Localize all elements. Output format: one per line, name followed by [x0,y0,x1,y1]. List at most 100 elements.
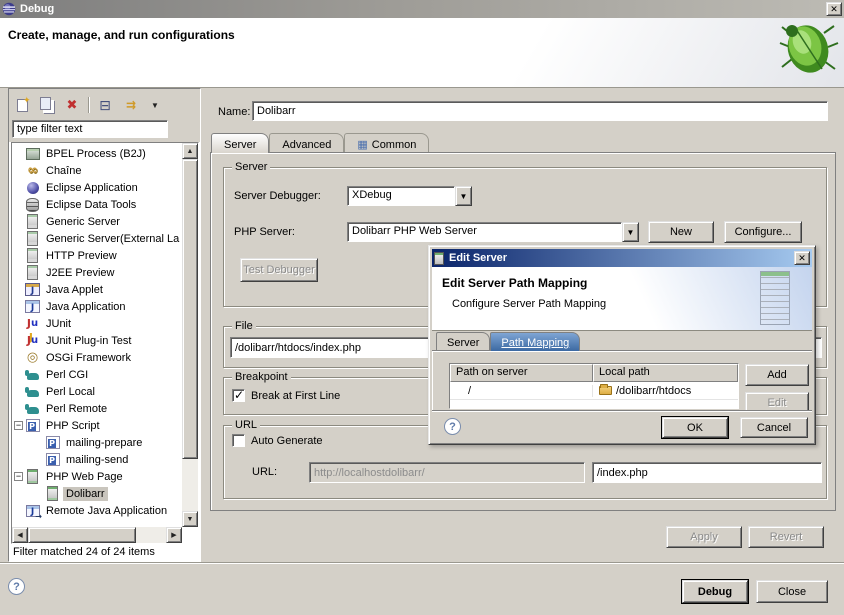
path-mapping-table[interactable]: Path on server Local path / /dolibarr/ht… [449,363,739,409]
test-debugger-button[interactable]: Test Debugger [240,258,318,282]
configure-server-button[interactable]: Configure... [724,221,802,243]
collapse-expander-icon[interactable]: − [14,421,23,430]
tab-server-settings[interactable]: Server [436,332,490,351]
tree-item[interactable]: Perl Remote [12,400,182,417]
column-local-path[interactable]: Local path [593,364,738,382]
file-group-title: File [232,320,256,332]
chevron-down-icon[interactable]: ▼ [622,222,639,242]
scroll-left-button[interactable]: ◀ [12,527,28,543]
filter-launch-configurations-button[interactable]: ⇉ [121,97,139,114]
tree-item-label: HTTP Preview [43,249,120,263]
tree-item[interactable]: mailing-send [12,451,182,468]
tree-item[interactable]: Eclipse Data Tools [12,196,182,213]
name-label: Name: [218,106,250,118]
edit-mapping-button[interactable]: Edit [745,392,809,412]
server-icon [25,214,40,229]
edit-server-subheading: Configure Server Path Mapping [452,298,606,310]
php-server-icon [25,469,40,484]
chevron-down-icon[interactable]: ▼ [455,186,472,206]
edit-server-heading: Edit Server Path Mapping [442,276,587,290]
tree-item[interactable]: Chaîne [12,162,182,179]
tab-server-label: Server [224,139,256,151]
edit-server-titlebar[interactable]: Edit Server ✕ [432,249,812,267]
tree-item[interactable]: −PHP Script [12,417,182,434]
apply-button[interactable]: Apply [666,526,742,548]
database-icon [25,197,40,212]
tree-item[interactable]: Java Application [12,298,182,315]
add-mapping-button[interactable]: Add [745,364,809,386]
window-titlebar[interactable]: Debug ✕ [0,0,844,18]
tree-item[interactable]: HTTP Preview [12,247,182,264]
tree-item[interactable]: Java Applet [12,281,182,298]
window-close-button[interactable]: ✕ [826,2,842,16]
duplicate-icon [40,97,51,110]
tab-server[interactable]: Server [211,133,269,153]
tree-item[interactable]: JUnit [12,315,182,332]
server-icon [434,252,444,265]
column-path-on-server[interactable]: Path on server [450,364,593,382]
table-row[interactable]: / /dolibarr/htdocs [450,382,738,400]
tree-item[interactable]: Perl Local [12,383,182,400]
tree-item-label: Eclipse Application [43,181,141,195]
php-server-select[interactable]: Dolibarr PHP Web Server ▼ [347,222,639,242]
tree-item[interactable]: Perl CGI [12,366,182,383]
configurations-tree-box: BPEL Process (B2J) Chaîne Eclipse Applicat… [11,142,199,544]
duplicate-configuration-button[interactable] [38,97,56,114]
cancel-button[interactable]: Cancel [740,417,808,438]
server-debugger-label: Server Debugger: [234,190,321,202]
tree-item-label: Chaîne [43,164,84,178]
tree-item[interactable]: Generic Server [12,213,182,230]
tree-item[interactable]: Generic Server(External La [12,230,182,247]
scroll-up-button[interactable]: ▲ [182,143,198,159]
name-input[interactable] [252,101,828,121]
tab-path-mapping[interactable]: Path Mapping [490,332,580,351]
tree-item-label: BPEL Process (B2J) [43,147,149,161]
tree-item-label: J2EE Preview [43,266,117,280]
collapse-expander-icon[interactable]: − [14,472,23,481]
tree-item[interactable]: JUnit Plug-in Test [12,332,182,349]
tab-path-mapping-label: Path Mapping [501,337,569,349]
url-base-input[interactable] [309,462,585,483]
php-server-icon [45,486,60,501]
tab-advanced[interactable]: Advanced [269,133,344,153]
tree-item[interactable]: OSGi Framework [12,349,182,366]
close-button[interactable]: Close [756,580,828,603]
filter-input[interactable] [12,120,168,138]
tree-item[interactable]: BPEL Process (B2J) [12,145,182,162]
server-debugger-select[interactable]: XDebug ▼ [347,186,472,206]
tree-vertical-scrollbar[interactable]: ▲ ▼ [182,143,198,527]
tree-item[interactable]: Eclipse Application [12,179,182,196]
tree-item[interactable]: −PHP Web Page [12,468,182,485]
debug-button[interactable]: Debug [682,580,748,603]
help-button[interactable]: ? [8,578,25,595]
revert-button[interactable]: Revert [748,526,824,548]
toolbar-menu-dropdown[interactable]: ▼ [146,97,164,114]
vertical-scrollbar-thumb[interactable] [182,159,198,459]
collapse-all-icon: ⊟ [99,97,111,114]
break-first-line-checkbox[interactable] [232,389,245,402]
edit-server-help-button[interactable]: ? [444,418,461,435]
url-path-input[interactable] [592,462,822,483]
scroll-down-button[interactable]: ▼ [182,511,198,527]
new-server-button[interactable]: New [648,221,714,243]
auto-generate-checkbox[interactable] [232,434,245,447]
server-icon [25,248,40,263]
scroll-right-button[interactable]: ▶ [166,527,182,543]
tab-common[interactable]: ▦ Common [344,133,429,153]
tree-item[interactable]: Remote Java Application [12,502,182,519]
ok-button[interactable]: OK [662,417,728,438]
tree-item[interactable]: J2EE Preview [12,264,182,281]
auto-generate-label: Auto Generate [251,435,323,447]
tree-item-label: Perl Local [43,385,98,399]
new-configuration-button[interactable]: ✦ [13,97,31,114]
table-grid-icon: ▦ [357,138,367,151]
edit-server-close-button[interactable]: ✕ [794,251,810,265]
dialog-banner: Create, manage, and run configurations [0,18,844,88]
horizontal-scrollbar-thumb[interactable] [28,527,136,543]
tree-horizontal-scrollbar[interactable]: ◀ ▶ [12,527,182,543]
filter-icon: ⇉ [126,98,134,112]
tree-item[interactable]: mailing-prepare [12,434,182,451]
tree-item[interactable]: Dolibarr [12,485,182,502]
delete-configuration-button[interactable]: ✖ [63,97,81,114]
collapse-all-button[interactable]: ⊟ [96,97,114,114]
